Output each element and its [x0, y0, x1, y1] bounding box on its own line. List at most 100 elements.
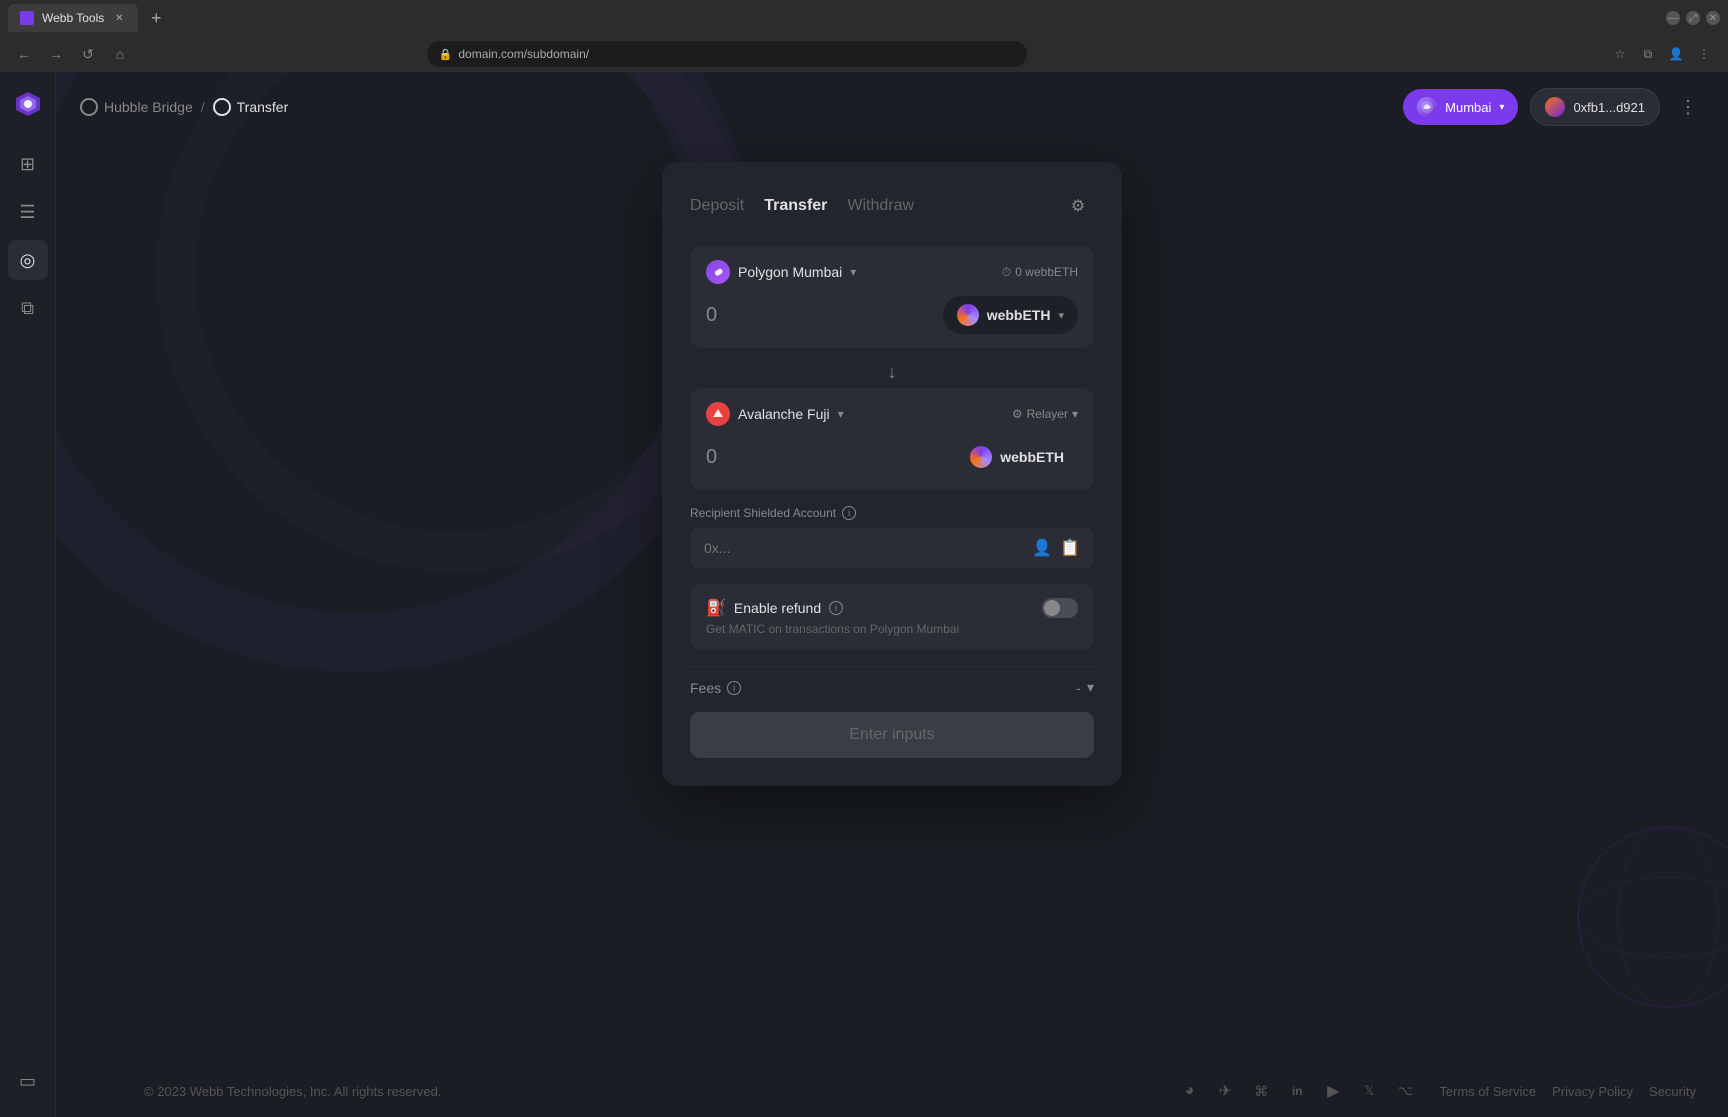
source-balance-value: 0 webbETH — [1015, 265, 1078, 279]
network-button[interactable]: Mumbai ▾ — [1403, 89, 1518, 125]
discord-icon[interactable]: ⌘ — [1251, 1081, 1271, 1101]
tab-transfer[interactable]: Transfer — [764, 197, 827, 215]
tab-close-button[interactable]: ✕ — [112, 11, 126, 25]
refund-description: Get MATIC on transactions on Polygon Mum… — [706, 622, 1078, 636]
sidebar-item-nodes[interactable]: ⧉ — [8, 288, 48, 328]
balance-clock-icon: ⏱ — [1002, 265, 1011, 280]
tab-withdraw[interactable]: Withdraw — [847, 197, 914, 215]
webb-token-icon-source — [957, 304, 979, 326]
refund-section: ⛽ Enable refund i Get MATIC on transacti… — [690, 584, 1094, 650]
dest-token-display: webbETH — [956, 438, 1078, 476]
settings-icon: ⚙ — [1071, 196, 1085, 216]
refund-title-text: Enable refund — [734, 600, 821, 616]
address-bar: ← → ↺ ⌂ 🔒 domain.com/subdomain/ ☆ ⧉ 👤 ⋮ — [0, 36, 1728, 72]
recipient-info-icon[interactable]: i — [842, 506, 856, 520]
source-chain-input-row: webbETH ▾ — [706, 296, 1078, 334]
card-tab-group: Deposit Transfer Withdraw — [690, 197, 914, 215]
refresh-button[interactable]: ↺ — [76, 42, 100, 66]
browser-actions: ☆ ⧉ 👤 ⋮ — [1608, 42, 1716, 66]
address-book-icon[interactable]: 👤 — [1032, 538, 1052, 558]
home-button[interactable]: ⌂ — [108, 42, 132, 66]
fees-section: Fees i - ▾ — [690, 666, 1094, 708]
terms-of-service-link[interactable]: Terms of Service — [1439, 1084, 1536, 1099]
main-content: Hubble Bridge / Transfer Mumbai — [56, 72, 1728, 1117]
app-layout: ⊞ ☰ ◎ ⧉ ▭ — [0, 72, 1728, 1117]
sidebar-item-grid[interactable]: ⊞ — [8, 144, 48, 184]
back-button[interactable]: ← — [12, 42, 36, 66]
relayer-gear-icon: ⚙ — [1012, 407, 1023, 421]
more-icon: ⋮ — [1679, 97, 1697, 118]
settings-button[interactable]: ⚙ — [1062, 190, 1094, 222]
source-chain-balance: ⏱ 0 webbETH — [1002, 265, 1078, 280]
tab-favicon — [20, 11, 34, 25]
privacy-policy-link[interactable]: Privacy Policy — [1552, 1084, 1633, 1099]
recipient-input-row: 👤 📋 — [690, 528, 1094, 568]
url-bar[interactable]: 🔒 domain.com/subdomain/ — [427, 41, 1027, 67]
transfer-card: Deposit Transfer Withdraw ⚙ — [662, 162, 1122, 786]
minimize-button[interactable]: — — [1666, 11, 1680, 25]
source-amount-input[interactable] — [706, 304, 856, 327]
dest-chain-chevron-icon: ▾ — [838, 407, 844, 421]
wallet-button[interactable]: 0xfb1...d921 — [1530, 88, 1660, 126]
refund-toggle[interactable] — [1042, 598, 1078, 618]
security-link[interactable]: Security — [1649, 1084, 1696, 1099]
breadcrumb: Hubble Bridge / Transfer — [80, 98, 288, 116]
active-tab[interactable]: Webb Tools ✕ — [8, 4, 138, 32]
youtube-icon[interactable]: ▶ — [1323, 1081, 1343, 1101]
source-chain-header: Polygon Mumbai ▾ ⏱ 0 webbETH — [706, 260, 1078, 284]
recipient-label-text: Recipient Shielded Account — [690, 506, 836, 520]
source-chain-section: Polygon Mumbai ▾ ⏱ 0 webbETH webbETH — [690, 246, 1094, 348]
webb-token-icon-dest — [970, 446, 992, 468]
fees-chevron-icon: ▾ — [1087, 679, 1094, 696]
dest-amount-value: 0 — [706, 446, 856, 469]
new-tab-button[interactable]: + — [142, 4, 170, 32]
recipient-address-input[interactable] — [704, 540, 1032, 556]
tab-label: Webb Tools — [42, 11, 104, 25]
tab-deposit[interactable]: Deposit — [690, 197, 744, 215]
swap-arrow-divider: ↓ — [690, 356, 1094, 388]
paste-icon[interactable]: 📋 — [1060, 538, 1080, 558]
source-token-selector[interactable]: webbETH ▾ — [943, 296, 1078, 334]
more-menu-button[interactable]: ⋮ — [1672, 91, 1704, 123]
twitter-icon[interactable]: 𝕏 — [1359, 1081, 1379, 1101]
document-icon: ☰ — [19, 202, 35, 223]
refund-info-icon[interactable]: i — [829, 601, 843, 615]
fees-value[interactable]: - ▾ — [1076, 679, 1094, 696]
dest-chain-selector[interactable]: Avalanche Fuji ▾ — [706, 402, 844, 426]
menu-button[interactable]: ⋮ — [1692, 42, 1716, 66]
breadcrumb-parent[interactable]: Hubble Bridge — [80, 98, 193, 116]
breadcrumb-current: Transfer — [213, 98, 289, 116]
polygon-chain-icon — [706, 260, 730, 284]
nav-actions: Mumbai ▾ 0xfb1...d921 ⋮ — [1403, 88, 1704, 126]
refund-header: ⛽ Enable refund i — [706, 598, 1078, 618]
nodes-icon: ⧉ — [21, 298, 34, 319]
maximize-button[interactable]: ⤢ — [1686, 11, 1700, 25]
github-icon[interactable]: ⌥ — [1395, 1081, 1415, 1101]
fees-info-icon[interactable]: i — [727, 681, 741, 695]
network-icon — [1417, 97, 1437, 117]
close-window-button[interactable]: ✕ — [1706, 11, 1720, 25]
lock-icon: 🔒 — [439, 48, 453, 61]
recipient-actions: 👤 📋 — [1032, 538, 1080, 558]
relayer-selector[interactable]: ⚙ Relayer ▾ — [1012, 407, 1078, 421]
submit-button[interactable]: Enter inputs — [690, 712, 1094, 758]
profile-button[interactable]: 👤 — [1664, 42, 1688, 66]
sidebar-item-document[interactable]: ☰ — [8, 192, 48, 232]
footer-social-icons: ◕ ✈ ⌘ in ▶ 𝕏 ⌥ — [1179, 1081, 1415, 1101]
source-chain-selector[interactable]: Polygon Mumbai ▾ — [706, 260, 856, 284]
target-icon: ◎ — [20, 250, 36, 271]
sidebar-item-terminal[interactable]: ▭ — [8, 1061, 48, 1101]
gas-icon: ⛽ — [706, 598, 726, 618]
dest-chain-input-row: 0 webbETH — [706, 438, 1078, 476]
forward-button[interactable]: → — [44, 42, 68, 66]
telegram-icon[interactable]: ✈ — [1215, 1081, 1235, 1101]
fees-amount: - — [1076, 680, 1081, 696]
recipient-label: Recipient Shielded Account i — [690, 506, 1094, 520]
webb-social-icon[interactable]: ◕ — [1179, 1081, 1199, 1101]
linkedin-icon[interactable]: in — [1287, 1081, 1307, 1101]
fees-label-text: Fees — [690, 680, 721, 696]
extensions-button[interactable]: ⧉ — [1636, 42, 1660, 66]
sidebar-item-target[interactable]: ◎ — [8, 240, 48, 280]
toggle-knob — [1044, 600, 1060, 616]
star-button[interactable]: ☆ — [1608, 42, 1632, 66]
